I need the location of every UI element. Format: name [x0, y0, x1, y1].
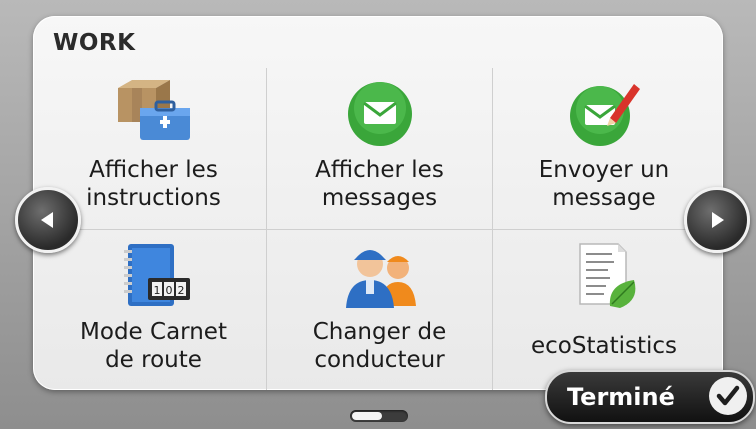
menu-item-label: ecoStatistics	[530, 333, 677, 359]
envelope-icon	[340, 78, 420, 150]
done-button[interactable]: Terminé	[545, 370, 755, 424]
arrow-right-icon	[712, 212, 724, 228]
menu-item-label: Mode Carnet de route	[80, 319, 227, 373]
menu-item-show-messages[interactable]: Afficher les messages	[267, 68, 493, 230]
done-button-label: Terminé	[567, 383, 675, 411]
menu-item-change-driver[interactable]: Changer de conducteur	[267, 230, 493, 390]
menu-panel: WORK Afficher les instructions Afficher …	[33, 16, 723, 390]
menu-grid: Afficher les instructions Afficher les m…	[41, 68, 715, 390]
panel-title: WORK	[53, 30, 136, 56]
eco-statistics-icon	[564, 240, 644, 312]
toolbox-package-icon	[114, 78, 194, 150]
menu-item-eco-statistics[interactable]: ecoStatistics	[493, 230, 715, 390]
svg-text:1: 1	[153, 284, 160, 297]
envelope-pencil-icon	[564, 78, 644, 150]
checkmark-icon	[709, 377, 747, 415]
previous-page-button[interactable]	[15, 187, 81, 253]
next-page-button[interactable]	[684, 187, 750, 253]
svg-text:2: 2	[177, 284, 184, 297]
svg-text:0: 0	[165, 284, 172, 297]
menu-item-label: Afficher les instructions	[86, 157, 221, 211]
page-indicator-current	[352, 412, 382, 420]
menu-item-send-message[interactable]: Envoyer un message	[493, 68, 715, 230]
menu-item-label: Afficher les messages	[315, 157, 444, 211]
drivers-icon	[340, 240, 420, 312]
arrow-left-icon	[41, 212, 53, 228]
menu-item-label: Envoyer un message	[538, 157, 670, 211]
page-indicator	[350, 410, 408, 422]
logbook-icon: 1 0 2	[114, 240, 194, 312]
menu-item-label: Changer de conducteur	[312, 319, 447, 373]
menu-item-logbook-mode[interactable]: 1 0 2 Mode Carnet de route	[41, 230, 267, 390]
